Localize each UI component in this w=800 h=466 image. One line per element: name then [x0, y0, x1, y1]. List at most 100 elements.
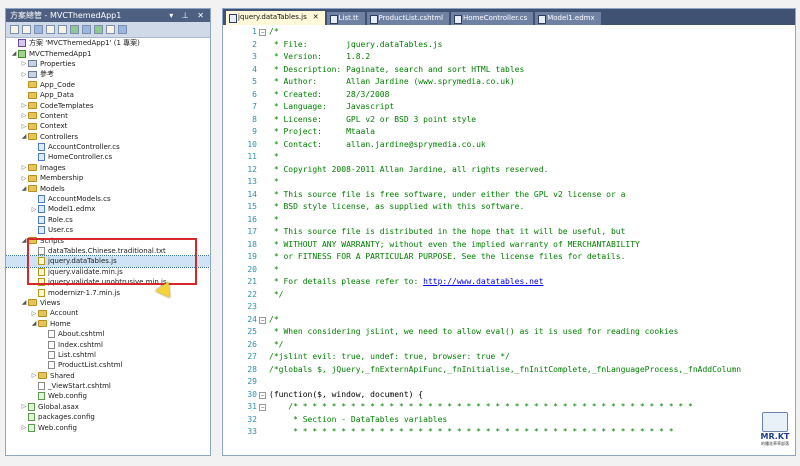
- expand-arrow-icon[interactable]: ▷: [20, 71, 28, 78]
- collapse-toggle-icon[interactable]: −: [259, 29, 266, 36]
- view-code-icon[interactable]: [46, 25, 55, 34]
- tree-item[interactable]: Web.config: [6, 391, 210, 401]
- tree-item[interactable]: AccountController.cs: [6, 142, 210, 152]
- tree-item-label: Properties: [40, 59, 76, 68]
- tree-item[interactable]: ▷ Account: [6, 308, 210, 318]
- tree-item[interactable]: ▷ 參考: [6, 69, 210, 79]
- tree-item[interactable]: modernizr-1.7.min.js: [6, 287, 210, 297]
- code-line: 26 */: [223, 339, 795, 352]
- tree-item[interactable]: ▷ Web.config: [6, 422, 210, 432]
- panel-controls[interactable]: ▾ ⊥ ✕: [169, 9, 207, 22]
- line-number: 22: [247, 289, 257, 299]
- expand-arrow-icon[interactable]: ▷: [20, 112, 28, 119]
- cs-icon: [38, 226, 45, 235]
- copy-website-icon[interactable]: [106, 25, 115, 34]
- tree-item[interactable]: App_Data: [6, 90, 210, 100]
- web-config-icon[interactable]: [94, 25, 103, 34]
- tree-item[interactable]: ▷ Context: [6, 121, 210, 131]
- expand-arrow-icon[interactable]: ◢: [20, 299, 28, 306]
- close-tab-icon[interactable]: ✕: [313, 13, 319, 21]
- code-text-content: /*: [269, 314, 279, 324]
- file-icon: [48, 340, 55, 349]
- tree-item[interactable]: jquery.validate.min.js: [6, 267, 210, 277]
- nest-related-icon[interactable]: [82, 25, 91, 34]
- code-text: * * * * * * * * * * * * * * * * * * * * …: [269, 426, 674, 439]
- tree-item[interactable]: HomeController.cs: [6, 152, 210, 162]
- code-text: * Version: 1.8.2: [269, 51, 370, 64]
- expand-arrow-icon[interactable]: ▷: [30, 372, 38, 379]
- refresh-icon[interactable]: [34, 25, 43, 34]
- tree-item[interactable]: ◢ Views: [6, 298, 210, 308]
- expand-arrow-icon[interactable]: ▷: [30, 310, 38, 317]
- expand-arrow-icon[interactable]: ▷: [30, 206, 38, 213]
- view-designer-icon[interactable]: [58, 25, 67, 34]
- tree-item[interactable]: Index.cshtml: [6, 339, 210, 349]
- tree-item[interactable]: ◢ Controllers: [6, 132, 210, 142]
- tree-item[interactable]: 方案 'MVCThemedApp1' (1 專案): [6, 38, 210, 48]
- expand-arrow-icon[interactable]: ▷: [20, 424, 28, 431]
- collapse-toggle-icon[interactable]: −: [259, 404, 266, 411]
- tree-item[interactable]: Role.cs: [6, 215, 210, 225]
- expand-arrow-icon[interactable]: ◢: [20, 185, 28, 192]
- tree-item[interactable]: ▷ CodeTemplates: [6, 100, 210, 110]
- tree-item[interactable]: ProductList.cshtml: [6, 360, 210, 370]
- line-number: 8: [252, 114, 257, 124]
- collapse-toggle-icon[interactable]: −: [259, 316, 266, 324]
- tree-item[interactable]: ▷ Model1.edmx: [6, 204, 210, 214]
- folder-icon: [38, 320, 47, 328]
- expand-arrow-icon[interactable]: ◢: [10, 50, 18, 57]
- tree-item[interactable]: ▷ Membership: [6, 173, 210, 183]
- tree-item[interactable]: _ViewStart.cshtml: [6, 381, 210, 391]
- tree-item[interactable]: ▷ Global.asax: [6, 402, 210, 412]
- logo-title: MR.KT: [760, 432, 790, 441]
- tree-item[interactable]: ▷ Images: [6, 163, 210, 173]
- editor-tab[interactable]: jquery.dataTables.js ✕: [226, 11, 325, 25]
- tree-item[interactable]: ▷ Content: [6, 111, 210, 121]
- expand-arrow-icon[interactable]: ▷: [20, 123, 28, 130]
- tree-item-label: CodeTemplates: [40, 101, 94, 110]
- settings-icon[interactable]: [118, 25, 127, 34]
- expand-arrow-icon[interactable]: ◢: [30, 320, 38, 327]
- collapse-toggle-icon[interactable]: −: [259, 391, 266, 399]
- code-text: * For details please refer to: http://ww…: [269, 276, 544, 289]
- expand-arrow-icon[interactable]: ▷: [20, 403, 28, 410]
- class-diagram-icon[interactable]: [70, 25, 79, 34]
- code-text-content: * Section - DataTables variables: [269, 414, 448, 424]
- properties-icon[interactable]: [10, 25, 19, 34]
- code-link[interactable]: http://www.datatables.net: [423, 277, 543, 286]
- tree-item[interactable]: ◢ Models: [6, 183, 210, 193]
- tree-item[interactable]: jquery.validate.unobtrusive.min.js: [6, 277, 210, 287]
- logo-image-icon: [762, 412, 788, 432]
- editor-tab[interactable]: HomeController.cs: [451, 12, 534, 25]
- expand-arrow-icon[interactable]: ▷: [20, 164, 28, 171]
- tree-item[interactable]: ◢ Scripts: [6, 235, 210, 245]
- expand-arrow-icon[interactable]: ◢: [20, 237, 28, 244]
- editor-tab[interactable]: ProductList.cshtml: [366, 12, 450, 25]
- expand-arrow-icon[interactable]: ▷: [20, 60, 28, 67]
- tree-item[interactable]: ▷ Properties: [6, 59, 210, 69]
- tree-item[interactable]: jquery.dataTables.js: [6, 255, 210, 268]
- expand-arrow-icon[interactable]: ◢: [20, 133, 28, 140]
- code-line: 8 * License: GPL v2 or BSD 3 point style: [223, 114, 795, 127]
- tree-item[interactable]: App_Code: [6, 80, 210, 90]
- tab-label: HomeController.cs: [463, 14, 528, 22]
- tree-item[interactable]: User.cs: [6, 225, 210, 235]
- tree-item[interactable]: dataTables.Chinese.traditional.txt: [6, 246, 210, 256]
- tree-item[interactable]: About.cshtml: [6, 329, 210, 339]
- expand-arrow-icon[interactable]: ▷: [20, 102, 28, 109]
- show-all-files-icon[interactable]: [22, 25, 31, 34]
- tree-item[interactable]: ◢ Home: [6, 319, 210, 329]
- expand-arrow-icon[interactable]: ▷: [20, 175, 28, 182]
- line-number: 4: [252, 64, 257, 74]
- tree-item[interactable]: List.cshtml: [6, 350, 210, 360]
- line-number: 11: [247, 152, 257, 161]
- code-text-content: * Contact: allan.jardine@sprymedia.co.uk: [269, 139, 486, 149]
- tree-item[interactable]: AccountModels.cs: [6, 194, 210, 204]
- editor-tab[interactable]: Model1.edmx: [535, 12, 601, 25]
- tree-item-label: List.cshtml: [58, 350, 96, 359]
- tree-item[interactable]: ▷ Shared: [6, 371, 210, 381]
- editor-tab[interactable]: List.tt: [326, 12, 365, 25]
- tree-item[interactable]: ◢ MVCThemedApp1: [6, 48, 210, 58]
- code-area[interactable]: 1−/* 2 * File: jquery.dataTables.js 3 * Ve…: [223, 25, 795, 455]
- tree-item[interactable]: packages.config: [6, 412, 210, 422]
